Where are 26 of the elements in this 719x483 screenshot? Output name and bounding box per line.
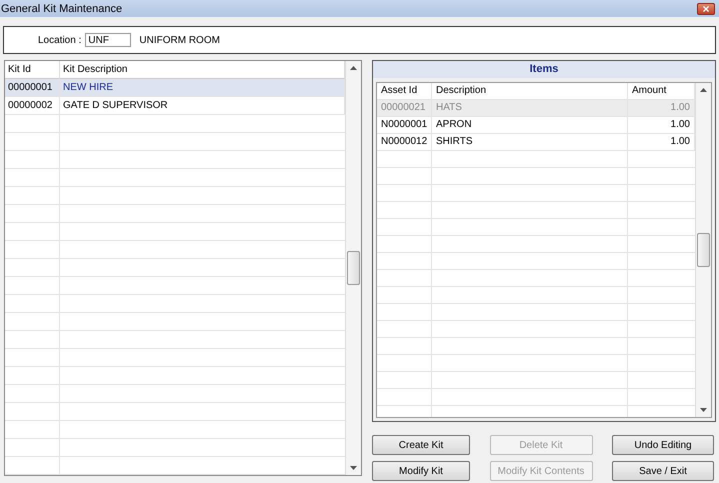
table-cell[interactable]: 00000002 xyxy=(5,97,60,115)
action-button[interactable]: Save / Exit xyxy=(612,461,714,481)
location-field[interactable]: UNF xyxy=(85,33,132,47)
column-header[interactable]: Kit Id xyxy=(5,61,60,79)
table-cell[interactable]: GATE D SUPERVISOR xyxy=(60,97,345,115)
action-button[interactable]: Create Kit xyxy=(372,435,470,455)
table-cell[interactable]: N0000001 xyxy=(377,117,432,134)
field-label: Location : xyxy=(38,34,82,46)
window-title: General Kit Maintenance xyxy=(1,2,122,14)
location-name: UNIFORM ROOM xyxy=(139,34,220,46)
close-button[interactable]: × xyxy=(697,2,715,14)
table-cell[interactable]: N0000012 xyxy=(377,134,432,151)
action-button[interactable]: Undo Editing xyxy=(612,435,714,455)
scroll-down-icon[interactable] xyxy=(700,408,707,412)
table-cell[interactable]: APRON xyxy=(432,117,628,134)
table-cell[interactable]: 00000001 xyxy=(5,79,60,97)
scroll-up-icon[interactable] xyxy=(700,88,707,92)
scrollbar-thumb[interactable] xyxy=(347,251,360,285)
scrollbar-thumb[interactable] xyxy=(697,233,710,267)
action-button[interactable]: Modify Kit xyxy=(372,461,470,481)
table-cell[interactable]: SHIRTS xyxy=(432,134,628,151)
panel-title: Items xyxy=(373,61,715,78)
scroll-up-icon[interactable] xyxy=(350,66,357,70)
scroll-down-icon[interactable] xyxy=(350,466,357,470)
table-cell[interactable]: NEW HIRE xyxy=(60,79,345,97)
column-header[interactable]: Kit Description xyxy=(60,61,345,79)
